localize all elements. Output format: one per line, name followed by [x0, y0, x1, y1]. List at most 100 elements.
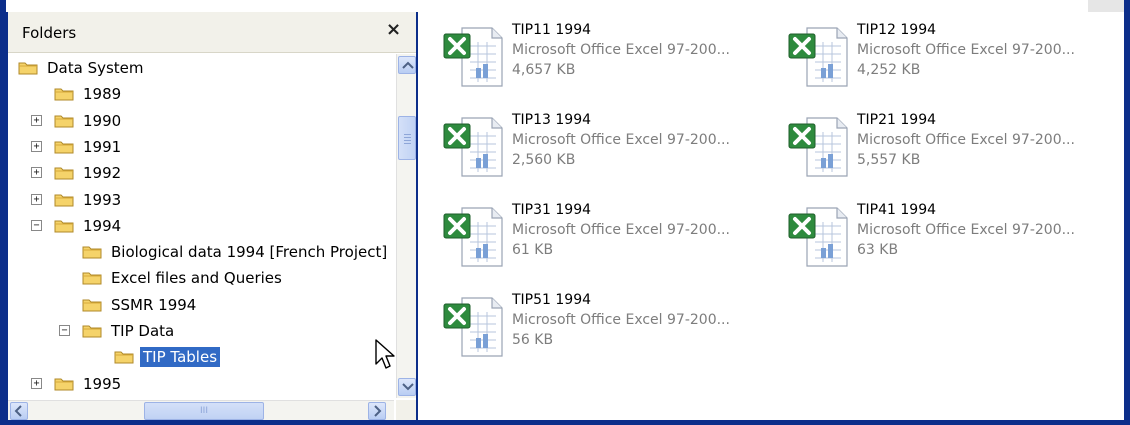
tree-node[interactable]: 1989: [54, 82, 124, 106]
tree-node-label: SSMR 1994: [111, 295, 197, 314]
excel-file-icon: [443, 117, 503, 177]
tree-node-label: 1990: [83, 111, 122, 130]
scroll-up-button[interactable]: [398, 56, 416, 74]
tree-node[interactable]: Data System: [18, 56, 147, 80]
file-item[interactable]: TIP12 1994 Microsoft Office Excel 97-200.…: [785, 20, 1115, 100]
file-type: Microsoft Office Excel 97-200...: [512, 312, 730, 328]
excel-file-icon: [443, 27, 503, 87]
folder-tree: Data System 1989 +1990 +1991 +1992 +1993−1994…: [8, 54, 394, 398]
folder-icon: [18, 62, 38, 75]
folder-icon: [54, 115, 74, 128]
tree-node-label: 1992: [83, 164, 122, 183]
file-size: 5,557 KB: [857, 152, 921, 168]
folder-icon: [54, 378, 74, 391]
file-type: Microsoft Office Excel 97-200...: [512, 222, 730, 238]
vertical-scrollbar[interactable]: [396, 54, 416, 398]
file-name: TIP31 1994: [512, 202, 592, 218]
file-size: 61 KB: [512, 242, 554, 258]
file-item[interactable]: TIP21 1994 Microsoft Office Excel 97-200.…: [785, 110, 1115, 190]
folders-title: Folders: [22, 24, 77, 42]
folder-icon: [54, 220, 74, 233]
tree-node-label: 1995: [83, 374, 122, 393]
folder-icon: [82, 325, 102, 338]
file-size: 2,560 KB: [512, 152, 576, 168]
chevron-left-icon: [14, 405, 22, 417]
tree-node[interactable]: Biological data 1994 [French Project]: [82, 240, 390, 264]
expand-toggle[interactable]: +: [31, 140, 42, 152]
tree-node[interactable]: − 1994: [31, 214, 124, 238]
file-item[interactable]: TIP11 1994 Microsoft Office Excel 97-200.…: [440, 20, 770, 100]
file-size: 4,252 KB: [857, 62, 921, 78]
folder-icon: [82, 272, 102, 285]
tree-node[interactable]: SSMR 1994: [82, 293, 199, 317]
folder-icon: [54, 167, 74, 180]
file-name: TIP13 1994: [512, 112, 592, 128]
expand-toggle[interactable]: +: [31, 193, 42, 205]
excel-file-icon: [788, 27, 848, 87]
folder-icon: [54, 141, 74, 154]
file-list-pane: TIP11 1994 Microsoft Office Excel 97-200.…: [418, 12, 1124, 420]
file-name: TIP51 1994: [512, 292, 592, 308]
close-icon[interactable]: ×: [386, 19, 401, 40]
tree-node-label: Excel files and Queries: [111, 269, 282, 288]
expand-toggle[interactable]: +: [31, 114, 42, 126]
tree-node-label: Data System: [47, 59, 144, 77]
file-type: Microsoft Office Excel 97-200...: [857, 222, 1075, 238]
chevron-down-icon: [402, 383, 414, 391]
horizontal-scrollbar[interactable]: III: [8, 400, 394, 420]
folder-icon: [82, 246, 102, 259]
collapse-toggle[interactable]: −: [59, 325, 70, 336]
tree-node[interactable]: +1995: [31, 372, 124, 396]
collapse-toggle[interactable]: −: [31, 219, 42, 231]
top-edge: [6, 0, 1124, 12]
scrollbar-corner: [396, 400, 416, 420]
folders-header: Folders ×: [8, 12, 416, 53]
folder-icon: [54, 194, 74, 206]
tree-node-label: 1994: [83, 216, 122, 235]
file-item[interactable]: TIP31 1994 Microsoft Office Excel 97-200.…: [440, 200, 770, 280]
folders-pane: Folders × Data System 1989 +1990 +1991 +1992…: [8, 12, 416, 420]
scroll-right-button[interactable]: [368, 402, 386, 420]
file-name: TIP12 1994: [857, 22, 937, 38]
file-item[interactable]: TIP51 1994 Microsoft Office Excel 97-200.…: [440, 290, 770, 370]
tree-node-label: TIP Data: [111, 322, 175, 340]
scroll-down-button[interactable]: [398, 378, 416, 396]
expand-toggle[interactable]: +: [31, 377, 42, 389]
scroll-left-button[interactable]: [10, 402, 28, 420]
file-name: TIP41 1994: [857, 202, 937, 218]
vertical-scroll-thumb[interactable]: [398, 116, 416, 160]
tree-node-label: TIP Tables: [140, 347, 221, 368]
excel-file-icon: [788, 207, 848, 267]
file-type: Microsoft Office Excel 97-200...: [512, 42, 730, 58]
file-size: 56 KB: [512, 332, 554, 348]
folder-icon: [114, 351, 134, 364]
file-item[interactable]: TIP13 1994 Microsoft Office Excel 97-200.…: [440, 110, 770, 190]
tree-node[interactable]: Excel files and Queries: [82, 266, 285, 290]
file-name: TIP11 1994: [512, 22, 592, 38]
tree-node-label: 1991: [83, 137, 122, 156]
horizontal-scroll-thumb[interactable]: III: [144, 402, 264, 420]
folder-icon: [82, 299, 102, 312]
tree-node[interactable]: +1990: [31, 109, 124, 133]
tree-node[interactable]: +1992: [31, 161, 124, 185]
folder-icon: [54, 88, 74, 101]
tree-node-label: 1989: [83, 85, 122, 104]
tree-node[interactable]: − TIP Data: [59, 319, 177, 343]
excel-file-icon: [788, 117, 848, 177]
file-name: TIP21 1994: [857, 112, 937, 128]
tree-node-label: 1993: [83, 190, 122, 209]
excel-file-icon: [443, 297, 503, 357]
tree-node[interactable]: +1993: [31, 188, 124, 212]
tree-node[interactable]: TIP Tables: [114, 345, 221, 369]
expand-toggle[interactable]: +: [31, 167, 42, 179]
file-type: Microsoft Office Excel 97-200...: [857, 132, 1075, 148]
chevron-up-icon: [402, 61, 414, 69]
file-size: 63 KB: [857, 242, 899, 258]
file-type: Microsoft Office Excel 97-200...: [512, 132, 730, 148]
file-size: 4,657 KB: [512, 62, 576, 78]
mouse-pointer-icon: [375, 339, 395, 369]
tree-node-label: Biological data 1994 [French Project]: [111, 243, 388, 262]
file-item[interactable]: TIP41 1994 Microsoft Office Excel 97-200.…: [785, 200, 1115, 280]
file-type: Microsoft Office Excel 97-200...: [857, 42, 1075, 58]
tree-node[interactable]: +1991: [31, 135, 124, 159]
